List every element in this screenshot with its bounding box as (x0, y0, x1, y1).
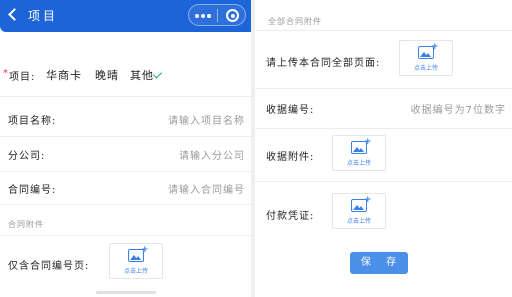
plus-icon: + (141, 245, 149, 255)
upload-caption: 点击上传 (346, 160, 371, 167)
all-pages-label: 请上传本合同全部页面: (266, 58, 381, 69)
mini-program-capsule (188, 4, 246, 26)
capsule-divider (217, 9, 218, 22)
upload-payment-voucher-button[interactable]: + 点击上传 (332, 193, 386, 229)
divider (0, 171, 251, 172)
receipt-number-row: 收据编号: 收据编号为7位数字 (255, 101, 512, 117)
project-name-row: 项目名称: 请输入项目名称 (0, 112, 251, 128)
contract-number-input[interactable]: 请输入合同编号 (168, 181, 245, 196)
payment-voucher-label: 付款凭证: (266, 211, 315, 222)
project-type-label: 项目: (9, 72, 36, 83)
branch-row: 分公司: 请输入分公司 (0, 147, 251, 163)
divider (0, 235, 251, 236)
divider (255, 128, 512, 129)
project-type-option[interactable]: 晚晴 (95, 67, 119, 83)
chevron-left-icon[interactable] (8, 8, 21, 21)
page-title: 项目 (28, 9, 59, 23)
project-type-option[interactable]: 华商卡 (46, 67, 82, 83)
project-type-row: * 项目: 华商卡 晚晴 其他 (0, 66, 251, 86)
divider (0, 204, 251, 205)
receipt-number-label: 收据编号: (266, 105, 315, 116)
plus-icon: + (364, 137, 372, 147)
upload-receipt-button[interactable]: + 点击上传 (332, 135, 386, 171)
branch-input[interactable]: 请输入分公司 (179, 147, 245, 162)
receipt-number-input[interactable]: 收据编号为7位数字 (411, 101, 506, 116)
branch-label: 分公司: (8, 151, 46, 162)
plus-icon: + (431, 42, 439, 52)
upload-caption: 点击上传 (413, 65, 438, 72)
nav-header: 项目 (0, 0, 251, 32)
all-attachments-section: 全部合同附件 (268, 17, 322, 26)
contract-number-label: 合同编号: (8, 185, 57, 196)
target-circle-icon[interactable] (226, 9, 239, 22)
contract-page-label: 仅含合同编号页: (8, 261, 90, 272)
project-type-option-selected[interactable]: 其他 (130, 67, 154, 83)
divider (255, 181, 512, 182)
upload-all-pages-button[interactable]: + 点击上传 (399, 40, 453, 76)
plus-icon: + (364, 195, 372, 205)
receipt-attachment-label: 收据附件: (266, 152, 315, 163)
contract-attachment-section: 合同附件 (8, 220, 44, 229)
more-dots-icon[interactable] (195, 14, 212, 18)
all-pages-row: 请上传本合同全部页面: (255, 54, 512, 70)
contract-number-row: 合同编号: 请输入合同编号 (0, 181, 251, 197)
divider (255, 30, 512, 31)
upload-caption: 点击上传 (123, 268, 148, 275)
upload-contract-page-button[interactable]: + 点击上传 (109, 243, 163, 279)
save-button[interactable]: 保 存 (350, 252, 408, 274)
upload-caption: 点击上传 (346, 218, 371, 225)
divider (255, 88, 512, 89)
left-panel: 项目 * 项目: 华商卡 晚晴 其他 项目名称: 请输入项目名称 分公司: 请输… (0, 0, 251, 297)
divider (0, 96, 251, 97)
check-icon (152, 69, 163, 79)
required-mark: * (3, 68, 8, 79)
home-indicator (96, 291, 156, 294)
divider (0, 136, 251, 137)
project-name-label: 项目名称: (8, 116, 57, 127)
project-name-input[interactable]: 请输入项目名称 (168, 112, 245, 127)
